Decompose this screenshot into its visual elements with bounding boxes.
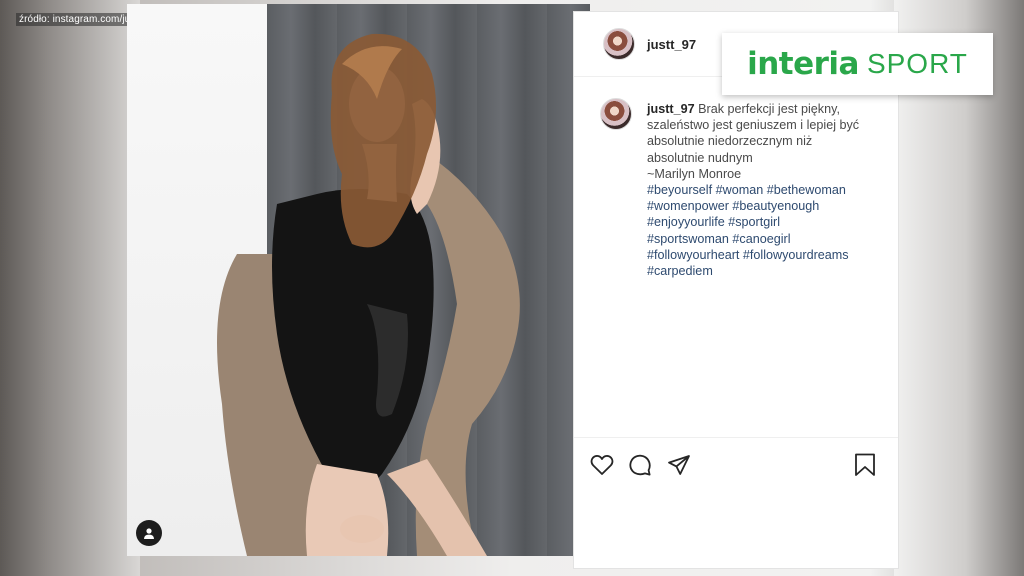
like-button[interactable] (589, 452, 615, 478)
comment-button[interactable] (627, 452, 653, 478)
user-tag-button[interactable] (136, 520, 162, 546)
bookmark-icon (855, 453, 875, 476)
woman-figure-illustration (217, 33, 520, 556)
share-icon (668, 455, 690, 475)
hashtag-line[interactable]: #beyourself #woman #bethewoman (647, 182, 869, 198)
post-username[interactable]: justt_97 (647, 37, 696, 52)
avatar[interactable] (603, 28, 635, 60)
caption-line: Brak perfekcji jest piękny, (698, 102, 840, 116)
heart-icon (590, 455, 614, 475)
caption-username[interactable]: justt_97 (647, 102, 695, 116)
post-caption: justt_97 Brak perfekcji jest piękny, sza… (647, 101, 869, 279)
hashtag-line[interactable]: #followyourheart #followyourdreams (647, 247, 869, 263)
hashtag-line[interactable]: #sportswoman #canoegirl (647, 231, 869, 247)
caption-avatar[interactable] (600, 98, 632, 130)
interia-sport-logo: interia SPORT (722, 33, 993, 95)
save-button[interactable] (852, 452, 878, 478)
comment-icon (629, 454, 651, 476)
hashtag-line[interactable]: #womenpower #beautyenough (647, 198, 869, 214)
share-button[interactable] (666, 452, 692, 478)
hashtag-line[interactable]: #enjoyyourlife #sportgirl (647, 214, 869, 230)
blurred-backdrop-left (0, 0, 140, 576)
post-action-bar (574, 437, 898, 490)
caption-line: absolutnie nudnym (647, 150, 753, 165)
caption-line: ~Marilyn Monroe (647, 166, 742, 181)
post-photo (127, 4, 590, 556)
logo-brand-text: interia (747, 46, 859, 82)
hashtag-line[interactable]: #carpediem (647, 263, 869, 279)
caption-line: szaleństwo jest geniuszem i lepiej być (647, 118, 860, 133)
logo-section-text: SPORT (866, 48, 968, 79)
caption-line: absolutnie niedorzecznym niż (647, 134, 813, 149)
user-tag-icon (144, 528, 154, 539)
